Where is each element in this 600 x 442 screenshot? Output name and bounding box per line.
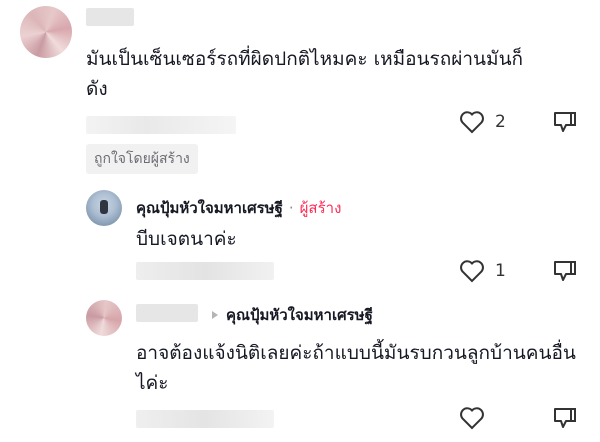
avatar[interactable] <box>86 190 122 226</box>
heart-icon <box>459 406 485 430</box>
avatar[interactable] <box>86 300 122 336</box>
reply-meta-blurred <box>136 262 274 280</box>
avatar[interactable] <box>20 6 72 58</box>
dislike-icon <box>551 406 577 430</box>
dislike-icon <box>551 110 577 134</box>
username-blurred[interactable] <box>136 304 198 322</box>
creator-badge: ผู้สร้าง <box>299 199 342 217</box>
reply-meta-blurred <box>136 410 274 428</box>
reply-text: บีบเจตนาค่ะ <box>136 228 237 250</box>
separator-dot: · <box>288 199 294 217</box>
comment-meta-blurred <box>86 116 236 134</box>
like-button[interactable]: 1 <box>459 259 506 283</box>
heart-icon <box>459 110 485 134</box>
dislike-icon <box>551 259 577 283</box>
reply-text: อาจต้องแจ้งนิติเลยค่ะถ้าแบบนี้มันรบกวนลู… <box>136 342 576 394</box>
liked-by-creator-tag: ถูกใจโดยผู้สร้าง <box>86 144 198 174</box>
heart-icon <box>459 259 485 283</box>
like-button[interactable] <box>459 406 495 430</box>
reply-to-name[interactable]: คุณปุ้มหัวใจมหาเศรษฐี <box>226 303 373 327</box>
comment-text: มันเป็นเซ็นเซอร์รถที่ผิดปกติไหมคะ เหมือน… <box>86 48 524 100</box>
reply-author[interactable]: คุณปุ้มหัวใจมหาเศรษฐี <box>136 196 283 220</box>
like-button[interactable]: 2 <box>459 110 506 134</box>
dislike-button[interactable] <box>551 406 577 430</box>
dislike-button[interactable] <box>551 110 577 134</box>
like-count: 1 <box>495 261 506 281</box>
username-blurred[interactable] <box>86 8 134 26</box>
reply-arrow-icon <box>210 309 220 321</box>
like-count: 2 <box>495 112 506 132</box>
dislike-button[interactable] <box>551 259 577 283</box>
